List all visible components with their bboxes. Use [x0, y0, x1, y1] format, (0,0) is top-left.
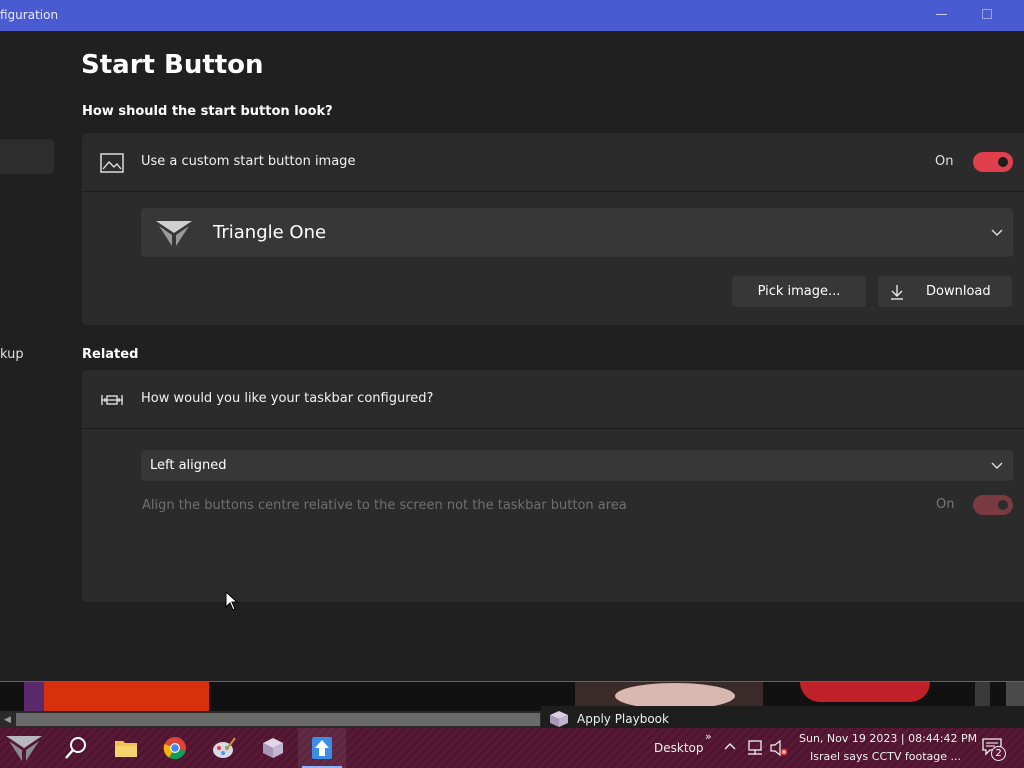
clock-datetime[interactable]: Sun, Nov 19 2023 | 08:44:42 PM [799, 732, 977, 745]
background-thumb [44, 682, 209, 711]
background-thumb [24, 682, 44, 711]
download-button-label: Download [926, 284, 991, 299]
minimize-button[interactable] [936, 14, 947, 15]
start-button[interactable] [0, 728, 48, 768]
center-relative-toggle[interactable] [973, 495, 1013, 515]
custom-image-toggle[interactable] [973, 152, 1013, 172]
volume-muted-icon[interactable] [770, 740, 788, 756]
center-relative-label: Align the buttons centre relative to the… [142, 498, 627, 513]
taskbar-chrome[interactable] [151, 728, 199, 768]
taskbar: Desktop » Sun, Nov 19 2023 | 08:44:42 PM… [0, 728, 1024, 768]
image-icon [100, 153, 124, 173]
taskbar-alignment-dropdown[interactable]: Left aligned [141, 450, 1013, 482]
selected-image-name: Triangle One [213, 222, 327, 243]
taskbar-align-icon [101, 395, 123, 405]
nav-item-partial[interactable]: kup [0, 347, 24, 362]
card-divider [82, 428, 1024, 429]
taskbar-file-explorer[interactable] [102, 728, 150, 768]
notification-count-badge: 2 [991, 746, 1006, 761]
package-icon [550, 711, 568, 727]
search-icon [65, 737, 86, 759]
chevron-down-icon [991, 462, 1003, 469]
related-section-title: Related [82, 347, 139, 362]
background-thumb [800, 682, 930, 702]
chevron-up-icon[interactable] [724, 742, 736, 750]
notification-center-button[interactable]: 2 [982, 738, 1006, 761]
taskbar-configurator[interactable] [298, 728, 346, 768]
nav-item-selected[interactable] [0, 139, 54, 174]
taskbar-package-app[interactable] [249, 728, 297, 768]
scrollbar-thumb[interactable] [16, 713, 540, 726]
paint-icon [213, 737, 236, 758]
package-icon [263, 738, 283, 758]
start-image-dropdown[interactable]: Triangle One [141, 208, 1013, 258]
custom-image-state-label: On [935, 154, 954, 169]
taskbar-config-card: How would you like your taskbar configur… [82, 370, 1024, 602]
taskbar-config-label: How would you like your taskbar configur… [141, 391, 434, 406]
chevron-down-icon [991, 229, 1003, 236]
mouse-cursor-icon [225, 591, 239, 611]
pick-image-button[interactable]: Pick image... [732, 276, 866, 308]
taskbar-config-row: How would you like your taskbar configur… [82, 370, 1024, 428]
scroll-left-icon[interactable]: ◀ [4, 715, 11, 725]
selected-alignment: Left aligned [150, 458, 227, 473]
card-divider [82, 191, 1024, 192]
window-titlebar: figuration [0, 0, 1024, 31]
maximize-button[interactable] [982, 9, 992, 19]
start-button-look-card: Use a custom start button image On Trian… [82, 133, 1024, 325]
window-title: figuration [0, 8, 59, 22]
chrome-icon [163, 737, 186, 760]
file-explorer-icon [115, 741, 137, 757]
toggle-knob [998, 157, 1008, 167]
center-relative-state-label: On [936, 497, 955, 512]
tooltip-text: Apply Playbook [577, 712, 669, 726]
look-section-title: How should the start button look? [82, 104, 333, 119]
taskbar-paint[interactable] [200, 728, 248, 768]
news-headline[interactable]: Israel says CCTV footage ... [810, 750, 961, 763]
triangle-one-icon [156, 221, 192, 246]
start-icon [6, 736, 42, 761]
navigation-pane: kup [0, 31, 62, 681]
custom-image-label: Use a custom start button image [141, 154, 356, 169]
toggle-knob [998, 500, 1008, 510]
desktop-toolbar-label[interactable]: Desktop [654, 741, 704, 755]
network-icon[interactable] [746, 740, 764, 756]
page-title: Start Button [81, 50, 264, 80]
download-icon [891, 285, 903, 300]
download-button[interactable]: Download [878, 276, 1012, 308]
custom-image-row: Use a custom start button image On [82, 133, 1024, 191]
taskbar-search-button[interactable] [52, 728, 100, 768]
configurator-icon [312, 737, 332, 759]
toolbar-overflow-button[interactable]: » [705, 730, 712, 743]
